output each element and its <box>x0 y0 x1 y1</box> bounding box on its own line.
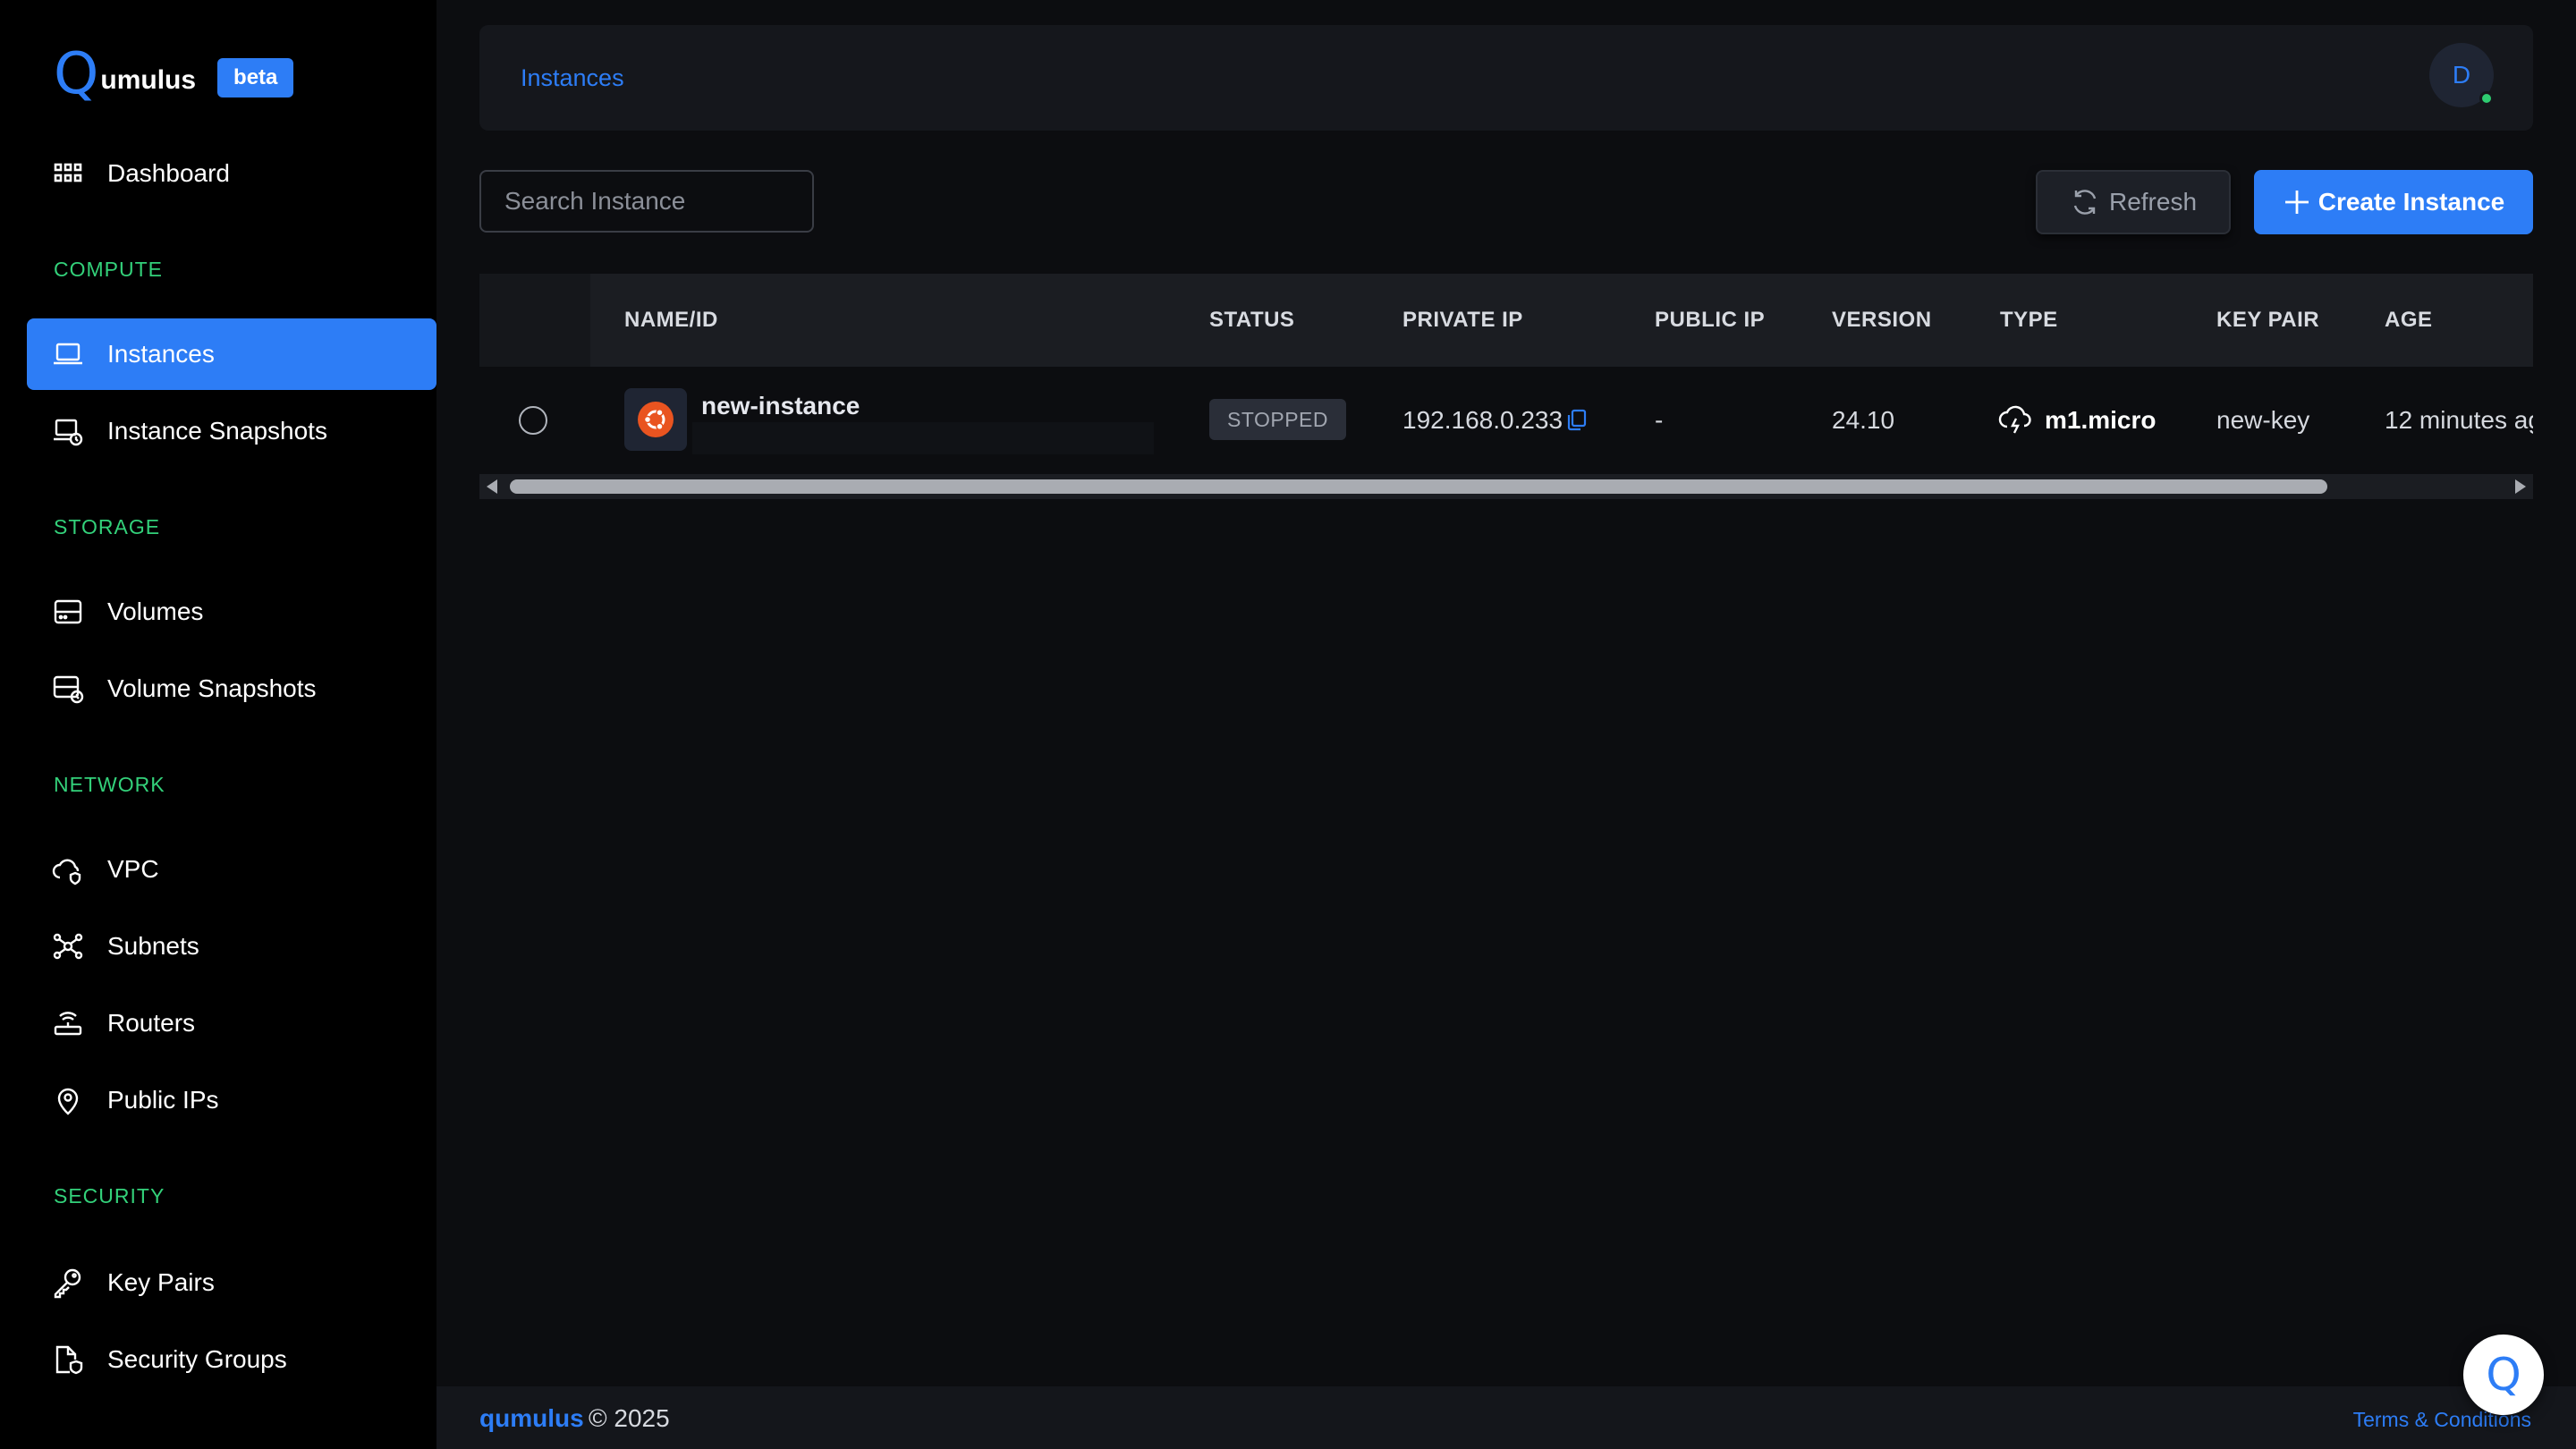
copy-icon[interactable] <box>1565 408 1589 431</box>
sidebar-item-public-ips[interactable]: Public IPs <box>27 1064 436 1136</box>
column-header-age[interactable]: AGE <box>2385 308 2433 333</box>
map-pin-icon <box>52 1084 84 1116</box>
sidebar-item-label: Security Groups <box>107 1345 287 1373</box>
version: 24.10 <box>1832 406 1895 434</box>
column-header-key-pair[interactable]: KEY PAIR <box>2216 308 2319 333</box>
key-icon <box>52 1267 84 1299</box>
column-header-public-ip[interactable]: PUBLIC IP <box>1655 308 1765 333</box>
refresh-label: Refresh <box>2108 188 2198 216</box>
ubuntu-logo <box>638 402 674 437</box>
online-status-dot <box>2479 91 2494 106</box>
row-select-radio[interactable] <box>519 406 547 435</box>
search-input[interactable] <box>479 170 814 233</box>
grid-icon <box>52 157 84 190</box>
scroll-right-icon[interactable] <box>2515 479 2526 494</box>
sidebar-item-routers[interactable]: Routers <box>27 987 436 1059</box>
beta-badge: beta <box>217 58 294 97</box>
public-ip: - <box>1655 406 1664 434</box>
column-header-type[interactable]: TYPE <box>2000 308 2058 333</box>
column-header-private-ip[interactable]: PRIVATE IP <box>1402 308 1523 333</box>
network-nodes-icon <box>52 930 84 962</box>
scrollbar-thumb[interactable] <box>510 479 2327 494</box>
sidebar-item-label: Instances <box>107 340 215 368</box>
column-header-version[interactable]: VERSION <box>1832 308 1932 333</box>
drive-icon <box>52 596 84 628</box>
app-root: Q umulus beta Dashboard COMPUTE Instance… <box>0 0 2576 1449</box>
sidebar-item-instance-snapshots[interactable]: Instance Snapshots <box>27 395 436 467</box>
sidebar-item-dashboard[interactable]: Dashboard <box>27 138 436 209</box>
footer: qumulus © 2025 Terms & Conditions <box>436 1386 2576 1449</box>
top-bar: Instances D <box>479 25 2533 131</box>
key-pair[interactable]: new-key <box>2216 406 2309 435</box>
sidebar-item-security-groups[interactable]: Security Groups <box>27 1324 436 1395</box>
column-header-name[interactable]: NAME/ID <box>624 308 718 333</box>
age: 12 minutes ag <box>2385 406 2533 434</box>
select-column-header <box>479 274 590 367</box>
app-logo[interactable]: Q umulus beta <box>54 41 294 107</box>
section-compute: COMPUTE <box>54 258 163 281</box>
column-header-status[interactable]: STATUS <box>1209 308 1294 333</box>
sidebar-item-label: VPC <box>107 855 159 883</box>
table-row[interactable]: new-instance STOPPED 192.168.0.233 - 24.… <box>479 367 2533 474</box>
footer-brand[interactable]: qumulus <box>479 1404 584 1433</box>
refresh-icon <box>2073 190 2097 215</box>
sidebar-item-label: Subnets <box>107 932 199 960</box>
avatar[interactable]: D <box>2429 43 2494 107</box>
instances-table: NAME/ID STATUS PRIVATE IP PUBLIC IP VERS… <box>479 274 2533 499</box>
logo-q: Q <box>54 41 99 107</box>
section-network: NETWORK <box>54 773 165 796</box>
laptop-snapshot-icon <box>52 415 84 447</box>
ubuntu-icon <box>624 388 687 451</box>
laptop-icon <box>52 338 84 370</box>
sidebar-item-label: Dashboard <box>107 159 230 187</box>
chat-q-icon: Q <box>2486 1349 2521 1401</box>
horizontal-scrollbar[interactable] <box>479 474 2533 499</box>
sidebar-item-label: Public IPs <box>107 1086 219 1114</box>
sidebar-item-instances[interactable]: Instances <box>27 318 436 390</box>
footer-copyright: © 2025 <box>589 1404 670 1432</box>
refresh-button[interactable]: Refresh <box>2036 170 2231 234</box>
instance-name[interactable]: new-instance <box>701 392 860 420</box>
section-security: SECURITY <box>54 1184 165 1208</box>
logo-text: umulus <box>100 65 197 95</box>
chat-widget-button[interactable]: Q <box>2463 1335 2544 1415</box>
create-instance-label: Create Instance <box>2318 188 2505 216</box>
avatar-initial: D <box>2452 61 2471 89</box>
section-storage: STORAGE <box>54 515 161 538</box>
create-instance-button[interactable]: Create Instance <box>2254 170 2533 234</box>
sidebar-item-label: Key Pairs <box>107 1268 215 1296</box>
drive-snapshot-icon <box>52 673 84 705</box>
sidebar-item-vpc[interactable]: VPC <box>27 834 436 905</box>
cloud-lightning-icon <box>1998 405 2031 434</box>
scroll-left-icon[interactable] <box>487 479 497 494</box>
status-badge: STOPPED <box>1209 399 1346 440</box>
file-shield-icon <box>52 1343 84 1376</box>
sidebar-item-label: Routers <box>107 1009 196 1037</box>
sidebar-item-label: Instance Snapshots <box>107 417 327 445</box>
table-header: NAME/ID STATUS PRIVATE IP PUBLIC IP VERS… <box>479 274 2533 367</box>
sidebar-item-volumes[interactable]: Volumes <box>27 576 436 648</box>
private-ip: 192.168.0.233 <box>1402 406 1563 434</box>
sidebar-item-volume-snapshots[interactable]: Volume Snapshots <box>27 653 436 724</box>
instance-id-redacted <box>692 422 1154 454</box>
sidebar-item-key-pairs[interactable]: Key Pairs <box>27 1247 436 1318</box>
breadcrumb[interactable]: Instances <box>521 64 624 92</box>
router-icon <box>52 1007 84 1039</box>
sidebar-item-label: Volumes <box>107 597 204 625</box>
sidebar-item-subnets[interactable]: Subnets <box>27 911 436 982</box>
sidebar-item-label: Volume Snapshots <box>107 674 317 702</box>
plus-icon <box>2284 191 2309 214</box>
instance-type: m1.micro <box>2045 406 2157 434</box>
sidebar: Q umulus beta Dashboard COMPUTE Instance… <box>0 0 436 1449</box>
cloud-shield-icon <box>52 853 84 886</box>
